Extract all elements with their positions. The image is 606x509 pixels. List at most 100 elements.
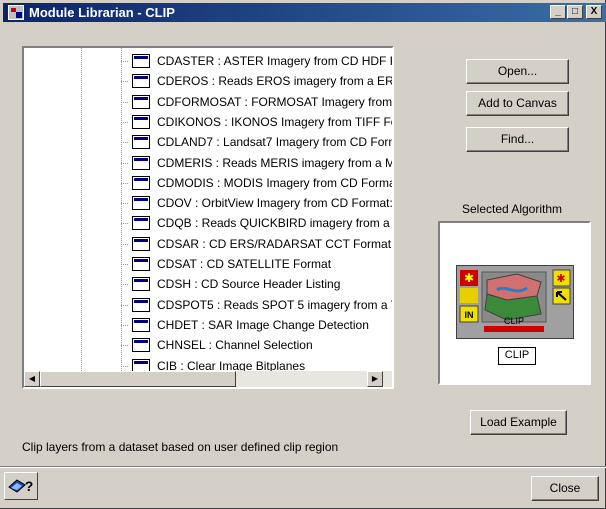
list-item[interactable]: CDQB : Reads QUICKBIRD imagery from a T (110, 215, 394, 232)
list-item[interactable]: CDLAND7 : Landsat7 Imagery from CD Form (110, 134, 394, 151)
module-label: CDSH : CD Source Header Listing (157, 277, 341, 292)
tree-connector (121, 121, 129, 123)
module-librarian-window: Module Librarian - CLIP _ □ X CDASTER : … (0, 0, 606, 509)
tree-connector (121, 284, 129, 286)
module-icon (132, 155, 150, 170)
tree-connector (121, 81, 129, 83)
module-icon (132, 277, 150, 292)
list-item[interactable]: CDSH : CD Source Header Listing (110, 276, 392, 293)
red-bar-icon (484, 326, 544, 332)
window-title: Module Librarian - CLIP (29, 5, 175, 20)
module-icon (132, 114, 150, 129)
algorithm-icon-caption: CLIP (504, 316, 524, 326)
tree-connector (121, 223, 129, 225)
tree-connector (121, 101, 129, 103)
tree-connector (121, 203, 129, 205)
module-icon (132, 297, 150, 312)
tree-connector (121, 182, 129, 184)
svg-text:✱: ✱ (464, 271, 474, 285)
close-button[interactable]: Close (531, 476, 599, 501)
list-item[interactable]: CDOV : OrbitView Imagery from CD Format:… (110, 195, 394, 212)
module-label: CHNSEL : Channel Selection (157, 338, 313, 353)
list-item[interactable]: CDSAR : CD ERS/RADARSAT CCT Format (110, 236, 392, 253)
yellow-port-icon (460, 288, 478, 303)
algorithm-icon: ✱ IN ✱ CLIP (456, 265, 574, 339)
svg-text:✱: ✱ (556, 273, 565, 285)
close-window-button[interactable]: X (586, 5, 602, 19)
module-icon (132, 54, 150, 68)
module-icon (132, 257, 150, 271)
tree-connector (121, 142, 129, 144)
module-label: CDFORMOSAT : FORMOSAT Imagery from (157, 94, 393, 109)
module-icon (132, 74, 150, 89)
module-label: CDMODIS : MODIS Imagery from CD Format (157, 175, 394, 190)
divider (0, 466, 606, 468)
svg-text:IN: IN (465, 310, 474, 320)
module-label: CDLAND7 : Landsat7 Imagery from CD Form (157, 135, 394, 150)
list-item[interactable]: CDMODIS : MODIS Imagery from CD Format (110, 175, 394, 192)
module-label: CDASTER : ASTER Imagery from CD HDF F (157, 54, 394, 68)
module-label: CDSAT : CD SATELLITE Format (157, 257, 332, 271)
close-icon: X (590, 6, 598, 17)
tree-connector (121, 243, 129, 245)
scroll-left-button[interactable]: ◀ (24, 371, 40, 387)
module-icon (132, 196, 150, 211)
list-item[interactable]: CDMERIS : Reads MERIS imagery from a M (110, 155, 394, 172)
clip-algorithm-graphic: ✱ IN ✱ CLIP (457, 266, 573, 338)
algorithm-preview: ✱ IN ✱ CLIP CLIP (438, 221, 591, 385)
tree-connector (121, 61, 129, 62)
app-icon (8, 5, 24, 20)
title-bar[interactable]: Module Librarian - CLIP _ □ X (3, 3, 606, 22)
minimize-icon: _ (555, 6, 561, 17)
module-tree-list[interactable]: CDASTER : ASTER Imagery from CD HDF F CDE… (22, 46, 394, 389)
tree-guide-line (81, 48, 82, 387)
open-button[interactable]: Open... (466, 59, 569, 84)
list-item[interactable]: CHNSEL : Channel Selection (110, 337, 392, 354)
module-label: CDOV : OrbitView Imagery from CD Format:… (157, 196, 394, 211)
load-example-button[interactable]: Load Example (470, 410, 567, 435)
list-item[interactable]: CDASTER : ASTER Imagery from CD HDF F (110, 53, 394, 70)
maximize-button[interactable]: □ (567, 5, 583, 19)
module-icon (132, 236, 150, 251)
scroll-right-button[interactable]: ▶ (367, 371, 383, 387)
list-item[interactable]: CDSAT : CD SATELLITE Format (110, 256, 392, 273)
module-icon (132, 94, 150, 109)
list-item[interactable]: CDFORMOSAT : FORMOSAT Imagery from (110, 94, 393, 111)
list-item[interactable]: CDSPOT5 : Reads SPOT 5 imagery from a T (110, 297, 394, 314)
module-label: CDMERIS : Reads MERIS imagery from a M (157, 155, 394, 170)
horizontal-scrollbar[interactable]: ◀ ▶ (24, 371, 392, 387)
module-icon (132, 216, 150, 231)
add-to-canvas-button[interactable]: Add to Canvas (466, 91, 569, 116)
tree-connector (121, 324, 129, 326)
selected-algorithm-heading: Selected Algorithm (461, 202, 563, 216)
arrow-left-icon: ◀ (28, 374, 36, 383)
algorithm-name-label: CLIP (498, 347, 536, 365)
list-item[interactable]: CDEROS : Reads EROS imagery from a ERC (110, 73, 394, 90)
module-label: CDIKONOS : IKONOS Imagery from TIFF Fo (157, 114, 394, 129)
module-label: CDEROS : Reads EROS imagery from a ERC (157, 74, 394, 89)
list-item[interactable]: CDIKONOS : IKONOS Imagery from TIFF Fo (110, 114, 394, 131)
tree-connector (121, 345, 129, 347)
help-icon: ? (8, 478, 34, 494)
module-label: CDSPOT5 : Reads SPOT 5 imagery from a T (157, 297, 394, 312)
tree-connector (121, 264, 129, 265)
status-text: Clip layers from a dataset based on user… (22, 440, 339, 454)
module-icon (132, 135, 150, 150)
module-label: CDSAR : CD ERS/RADARSAT CCT Format (157, 236, 392, 251)
tree-connector (121, 304, 129, 306)
module-label: CHDET : SAR Image Change Detection (157, 317, 369, 332)
find-button[interactable]: Find... (466, 127, 569, 152)
maximize-icon: □ (571, 6, 579, 17)
horizontal-scroll-thumb[interactable] (40, 371, 236, 387)
svg-text:?: ? (25, 478, 34, 494)
minimize-button[interactable]: _ (550, 5, 566, 19)
module-label: CDQB : Reads QUICKBIRD imagery from a T (157, 216, 394, 231)
module-icon (132, 338, 150, 353)
module-icon (132, 175, 150, 190)
tree-connector (121, 162, 129, 164)
arrow-right-icon: ▶ (371, 374, 379, 383)
tree-connector (121, 365, 129, 367)
help-button[interactable]: ? (4, 472, 38, 500)
module-icon (132, 317, 150, 332)
list-item[interactable]: CHDET : SAR Image Change Detection (110, 317, 392, 334)
